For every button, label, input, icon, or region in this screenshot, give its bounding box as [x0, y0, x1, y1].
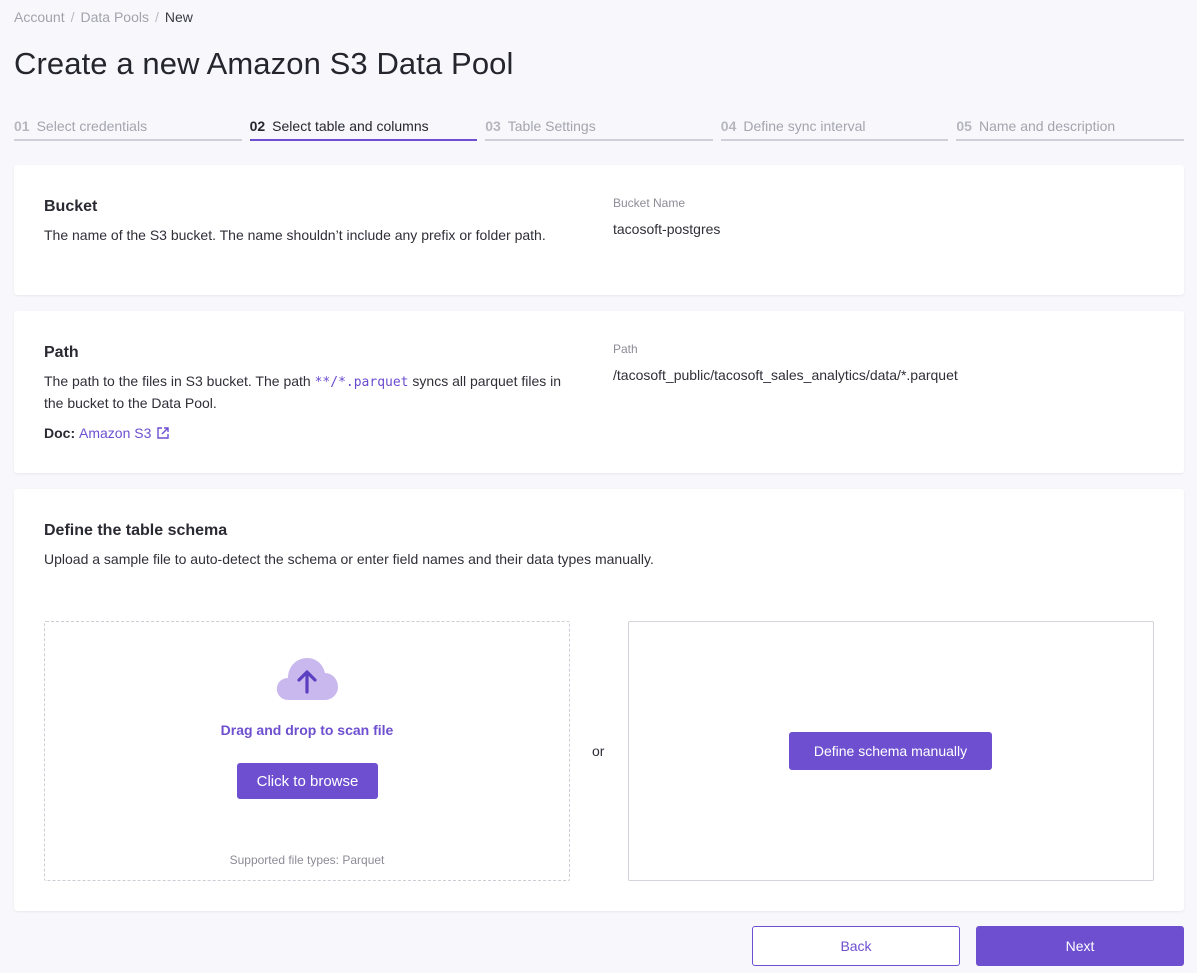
breadcrumb: Account / Data Pools / New — [14, 9, 193, 25]
back-button[interactable]: Back — [752, 926, 960, 966]
path-label: Path — [613, 342, 638, 356]
or-divider: or — [592, 743, 605, 759]
step-label: Define sync interval — [743, 118, 866, 134]
step-label: Select table and columns — [272, 118, 429, 134]
breadcrumb-current: New — [164, 9, 193, 25]
step-label: Select credentials — [36, 118, 148, 134]
bucket-title: Bucket — [44, 198, 98, 215]
external-link-icon — [157, 427, 170, 439]
drag-drop-text: Drag and drop to scan file — [220, 722, 394, 738]
doc-link-label: Amazon S3 — [79, 425, 152, 441]
breadcrumb-separator: / — [154, 9, 159, 25]
breadcrumb-separator: / — [70, 9, 75, 25]
stepper: 01 Select credentials 02 Select table an… — [14, 117, 1184, 141]
path-card: Path The path to the files in S3 bucket.… — [14, 311, 1184, 473]
step-label: Table Settings — [507, 118, 596, 134]
path-description: The path to the files in S3 bucket. The … — [44, 371, 564, 413]
step-number: 05 — [956, 118, 972, 134]
doc-label: Doc: — [44, 425, 76, 441]
step-label: Name and description — [978, 118, 1116, 134]
doc-line: Doc: Amazon S3 — [44, 425, 170, 441]
bucket-name-value: tacosoft-postgres — [613, 221, 721, 237]
step-number: 02 — [249, 118, 266, 134]
step-number: 04 — [720, 118, 737, 134]
breadcrumb-data-pools[interactable]: Data Pools — [80, 9, 148, 25]
next-button[interactable]: Next — [976, 926, 1184, 966]
page-title: Create a new Amazon S3 Data Pool — [14, 46, 514, 81]
schema-card: Define the table schema Upload a sample … — [14, 489, 1184, 911]
step-name-and-description: 05 Name and description — [956, 117, 1184, 141]
manual-schema-panel: Define schema manually — [628, 621, 1154, 881]
file-dropzone[interactable]: Drag and drop to scan file Click to brow… — [44, 621, 570, 881]
schema-title: Define the table schema — [44, 522, 228, 539]
click-to-browse-button[interactable]: Click to browse — [237, 763, 378, 799]
path-glob-code: **/*.parquet — [314, 375, 409, 390]
path-title: Path — [44, 344, 79, 361]
supported-file-types: Supported file types: Parquet — [229, 853, 385, 867]
step-table-settings: 03 Table Settings — [485, 117, 713, 141]
step-define-sync-interval: 04 Define sync interval — [720, 117, 949, 141]
bucket-description: The name of the S3 bucket. The name shou… — [44, 227, 546, 243]
cloud-upload-icon — [276, 658, 338, 700]
step-number: 03 — [485, 118, 501, 134]
step-number: 01 — [14, 118, 30, 134]
path-value: /tacosoft_public/tacosoft_sales_analytic… — [613, 367, 958, 383]
bucket-card: Bucket The name of the S3 bucket. The na… — [14, 165, 1184, 295]
path-description-text: The path to the files in S3 bucket. The … — [44, 373, 315, 389]
define-schema-manually-button[interactable]: Define schema manually — [789, 732, 992, 770]
step-select-credentials[interactable]: 01 Select credentials — [14, 117, 242, 141]
schema-description: Upload a sample file to auto-detect the … — [44, 551, 654, 567]
bucket-name-label: Bucket Name — [613, 196, 686, 210]
amazon-s3-doc-link[interactable]: Amazon S3 — [79, 425, 170, 441]
breadcrumb-account[interactable]: Account — [14, 9, 65, 25]
step-select-table-and-columns[interactable]: 02 Select table and columns — [249, 117, 478, 141]
